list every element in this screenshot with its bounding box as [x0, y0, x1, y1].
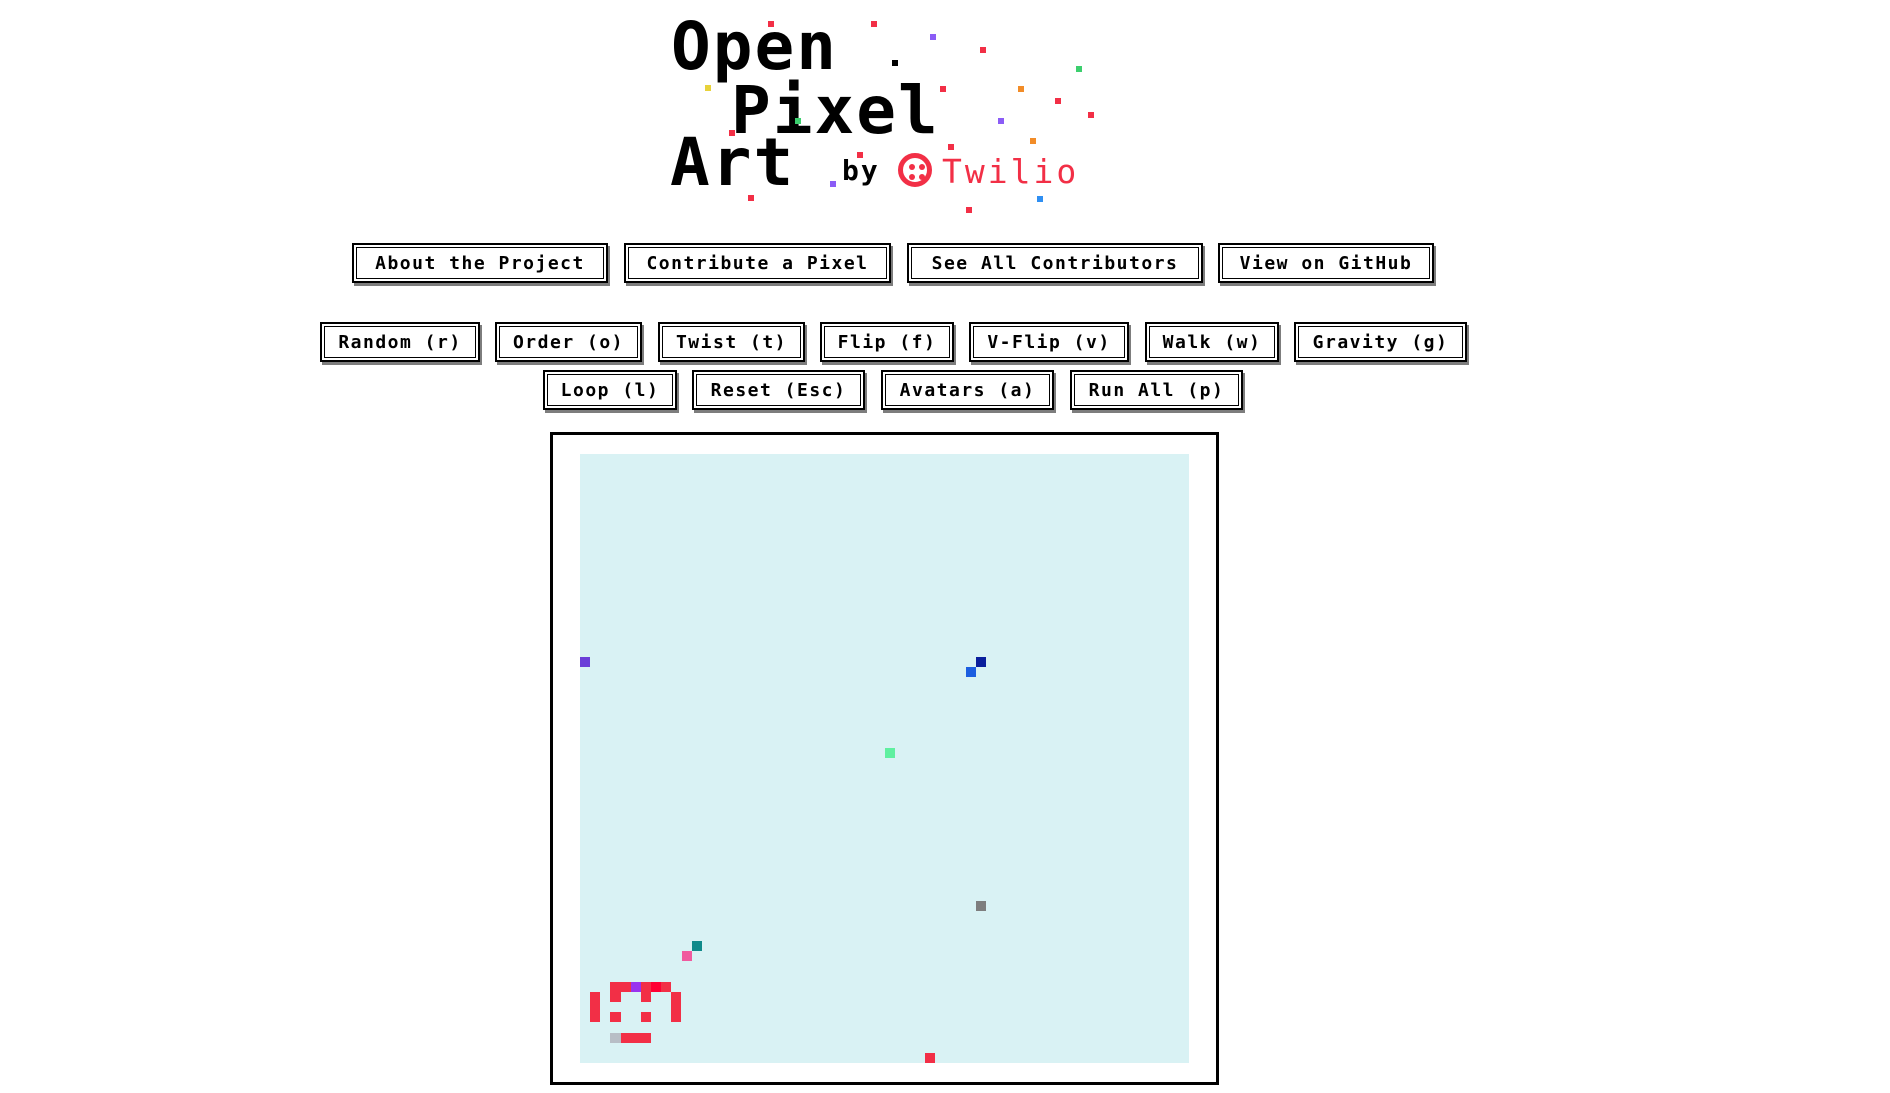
- canvas-pixel[interactable]: [590, 1012, 601, 1023]
- canvas-pixel[interactable]: [681, 951, 692, 962]
- canvas-pixel[interactable]: [580, 657, 591, 668]
- about-project-button[interactable]: About the Project: [352, 243, 608, 283]
- reset-button[interactable]: Reset (Esc): [692, 370, 865, 410]
- canvas-pixel[interactable]: [610, 991, 621, 1003]
- logo-by-text: by: [842, 154, 880, 187]
- see-contributors-button[interactable]: See All Contributors: [907, 243, 1203, 283]
- canvas-pixel[interactable]: [640, 991, 652, 1003]
- logo-line-open: Open: [671, 8, 838, 85]
- canvas-pixel[interactable]: [884, 748, 895, 759]
- twist-button[interactable]: Twist (t): [658, 322, 805, 362]
- gravity-button[interactable]: Gravity (g): [1294, 322, 1467, 362]
- twilio-logo-icon: [898, 153, 932, 187]
- canvas-pixel[interactable]: [975, 900, 986, 911]
- canvas-pixel[interactable]: [671, 1012, 682, 1023]
- canvas-pixel[interactable]: [691, 941, 702, 952]
- avatars-button[interactable]: Avatars (a): [881, 370, 1054, 410]
- canvas-pixel[interactable]: [975, 657, 986, 668]
- canvas-pixel[interactable]: [590, 991, 601, 1003]
- flip-button[interactable]: Flip (f): [820, 322, 954, 362]
- canvas-pixel[interactable]: [640, 981, 652, 992]
- canvas-pixel[interactable]: [651, 981, 662, 992]
- random-button[interactable]: Random (r): [320, 322, 480, 362]
- canvas-pixel[interactable]: [610, 1012, 621, 1023]
- canvas-pixel[interactable]: [620, 1032, 631, 1043]
- canvas-pixel[interactable]: [661, 981, 672, 992]
- logo-line-art: Art: [670, 124, 796, 201]
- logo-twilio-text: Twilio: [942, 152, 1080, 191]
- canvas-pixel[interactable]: [640, 1032, 652, 1043]
- contribute-pixel-button[interactable]: Contribute a Pixel: [624, 243, 891, 283]
- canvas-pixel[interactable]: [925, 1052, 936, 1063]
- canvas-pixel[interactable]: [640, 1012, 652, 1023]
- order-button[interactable]: Order (o): [495, 322, 642, 362]
- vflip-button[interactable]: V-Flip (v): [969, 322, 1129, 362]
- canvas-pixel[interactable]: [965, 667, 976, 678]
- walk-button[interactable]: Walk (w): [1145, 322, 1279, 362]
- pixel-canvas[interactable]: [580, 454, 1189, 1063]
- canvas-pixel[interactable]: [620, 981, 631, 992]
- canvas-pixel[interactable]: [610, 1032, 621, 1043]
- canvas-pixel[interactable]: [671, 991, 682, 1003]
- loop-button[interactable]: Loop (l): [543, 370, 677, 410]
- run-all-button[interactable]: Run All (p): [1070, 370, 1243, 410]
- canvas-pixel[interactable]: [630, 981, 641, 992]
- canvas-pixel[interactable]: [671, 1002, 682, 1013]
- canvas-pixel[interactable]: [610, 981, 621, 992]
- view-github-button[interactable]: View on GitHub: [1218, 243, 1434, 283]
- site-logo: Open Pixel Art by Twilio: [0, 0, 1890, 230]
- canvas-pixel[interactable]: [630, 1032, 641, 1043]
- canvas-pixel[interactable]: [590, 1002, 601, 1013]
